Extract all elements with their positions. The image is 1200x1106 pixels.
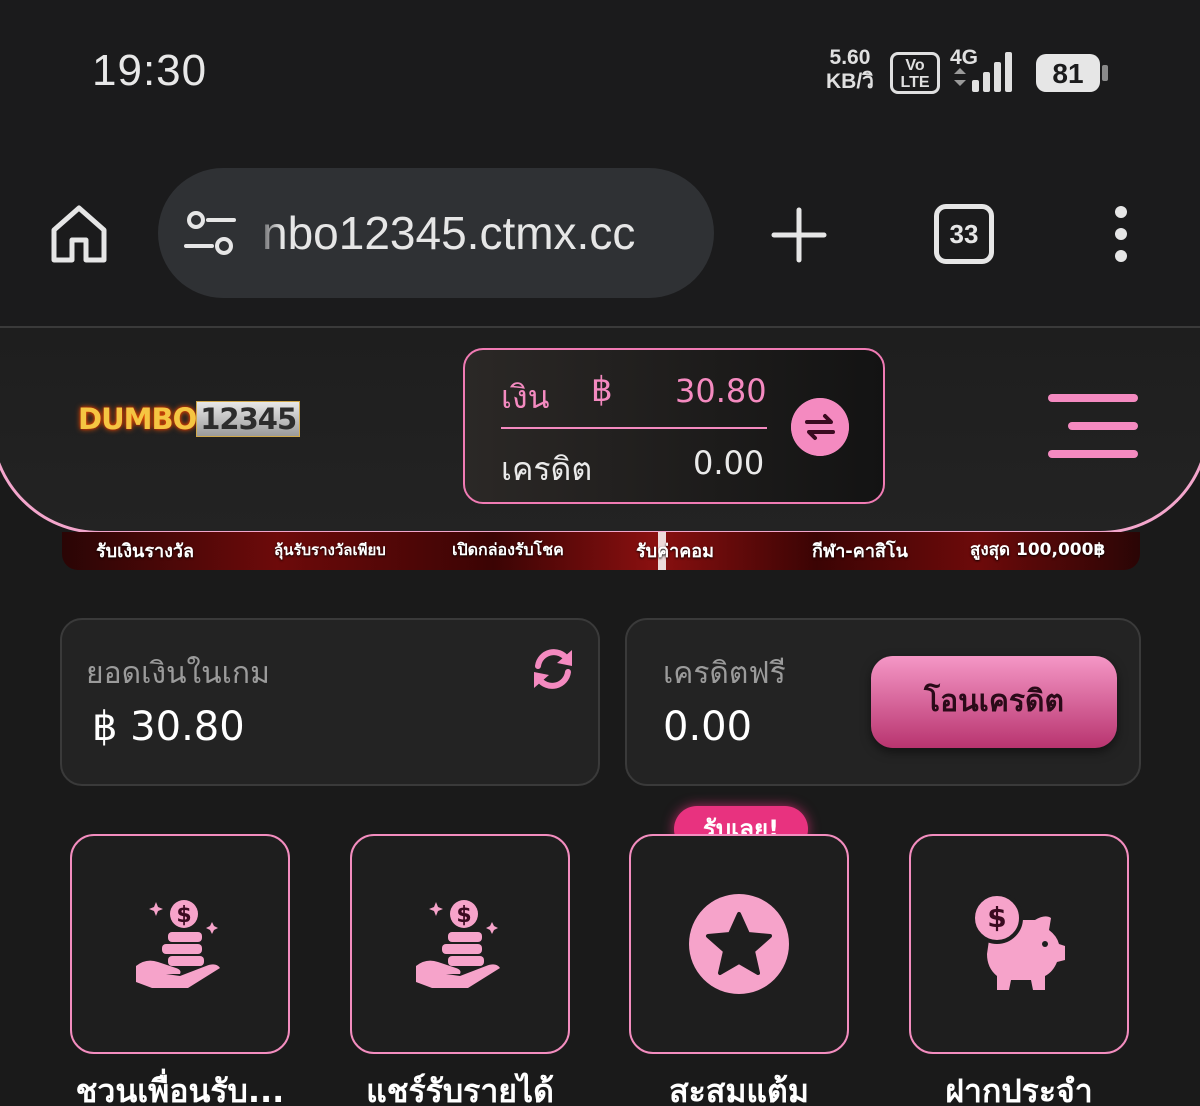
logo-part2: 12345 bbox=[196, 401, 301, 437]
transfer-credit-button[interactable]: โอนเครดิต bbox=[871, 656, 1117, 748]
address-bar[interactable]: nbo12345.ctmx.cc bbox=[158, 168, 714, 298]
network-type: 4G bbox=[950, 46, 978, 69]
signal-icon: 4G bbox=[950, 46, 1012, 92]
coins-hand-icon: $ bbox=[416, 900, 500, 988]
more-vert-icon[interactable] bbox=[1106, 204, 1136, 264]
hamburger-menu-icon[interactable] bbox=[1046, 392, 1138, 460]
promo-item: ลุ้นรับรางวัลเพียบ bbox=[274, 541, 386, 559]
tile-share-income[interactable]: $ bbox=[350, 834, 570, 1054]
logo-part1: DUMBO bbox=[78, 402, 197, 436]
volte-icon: Vo LTE bbox=[890, 52, 940, 94]
svg-text:$: $ bbox=[176, 903, 191, 928]
free-credit-label: เครดิตฟรี bbox=[663, 656, 786, 691]
status-bar: 19:30 5.60 KB/วิ Vo LTE 4G 81 bbox=[0, 0, 1200, 150]
promo-item: สูงสุด 100,000฿ bbox=[970, 540, 1106, 560]
battery-level: 81 bbox=[1052, 58, 1083, 89]
divider bbox=[501, 427, 767, 429]
home-icon[interactable] bbox=[48, 202, 110, 264]
url-fade bbox=[252, 188, 282, 278]
net-speed-unit: KB/วิ bbox=[826, 70, 874, 93]
game-balance-value: ฿ 30.80 bbox=[92, 704, 245, 750]
tab-switcher-button[interactable]: 33 bbox=[934, 204, 994, 264]
game-balance-card: ยอดเงินในเกม ฿ 30.80 bbox=[60, 618, 600, 786]
free-credit-card: เครดิตฟรี 0.00 โอนเครดิต bbox=[625, 618, 1141, 786]
refresh-icon[interactable] bbox=[530, 646, 576, 692]
tile-invite-friends-label: ชวนเพื่อนรับ... bbox=[75, 1072, 285, 1106]
volte-top: Vo bbox=[905, 57, 925, 74]
swap-icon[interactable] bbox=[791, 398, 849, 456]
credit-value: 0.00 bbox=[693, 444, 765, 482]
money-value: 30.80 bbox=[675, 372, 767, 410]
money-label: เงิน bbox=[501, 378, 550, 416]
url-text[interactable]: nbo12345.ctmx.cc bbox=[262, 206, 635, 260]
net-speed: 5.60 KB/วิ bbox=[826, 46, 874, 94]
promo-banner[interactable]: รับเงินรางวัล ลุ้นรับรางวัลเพียบ เปิดกล่… bbox=[62, 532, 1140, 570]
tile-collect-points[interactable] bbox=[629, 834, 849, 1054]
tile-collect-points-label: สะสมแต้ม bbox=[669, 1072, 809, 1106]
svg-text:$: $ bbox=[987, 901, 1006, 934]
currency-symbol: ฿ bbox=[591, 370, 613, 410]
tile-invite-friends[interactable]: $ bbox=[70, 834, 290, 1054]
browser-toolbar: nbo12345.ctmx.cc 33 bbox=[0, 150, 1200, 326]
credit-label: เครดิต bbox=[501, 450, 593, 488]
net-speed-value: 5.60 bbox=[829, 46, 871, 69]
wallet-summary: เงิน ฿ 30.80 เครดิต 0.00 bbox=[463, 348, 885, 504]
battery-icon: 81 bbox=[1036, 54, 1108, 92]
plus-icon[interactable] bbox=[770, 206, 828, 264]
game-balance-label: ยอดเงินในเกม bbox=[86, 656, 270, 691]
clock: 19:30 bbox=[92, 46, 208, 95]
promo-item: รับค่าคอม bbox=[636, 541, 714, 562]
promo-item: เปิดกล่องรับโชค bbox=[452, 540, 564, 559]
volte-bottom: LTE bbox=[900, 74, 930, 91]
promo-item: กีฬา-คาสิโน bbox=[812, 541, 908, 562]
free-credit-value: 0.00 bbox=[663, 704, 753, 750]
svg-text:$: $ bbox=[456, 903, 471, 928]
piggy-bank-icon: $ bbox=[971, 892, 1065, 990]
tile-fixed-deposit[interactable]: $ bbox=[909, 834, 1129, 1054]
coins-hand-icon: $ bbox=[136, 900, 220, 988]
site-settings-icon[interactable] bbox=[184, 208, 236, 258]
star-icon bbox=[689, 894, 789, 994]
site-logo[interactable]: DUMBO 12345 bbox=[78, 401, 301, 448]
promo-item: รับเงินรางวัล bbox=[96, 541, 195, 562]
tile-fixed-deposit-label: ฝากประจำ bbox=[945, 1072, 1093, 1106]
tile-share-income-label: แชร์รับรายได้ bbox=[366, 1072, 554, 1106]
